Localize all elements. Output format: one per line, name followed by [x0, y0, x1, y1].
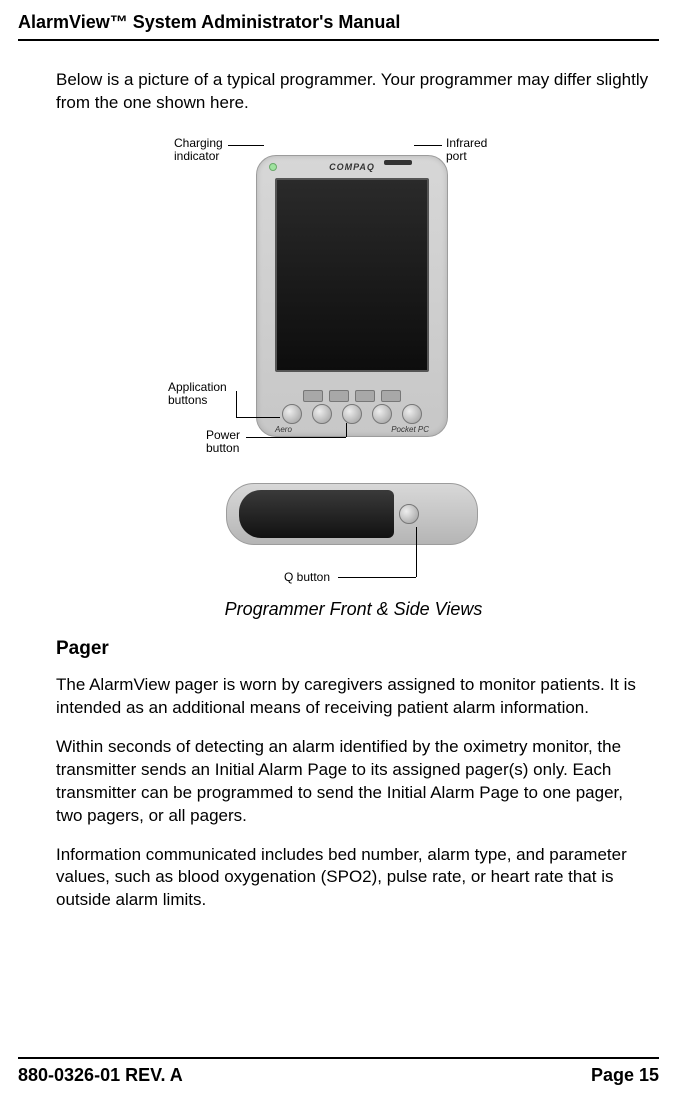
callout-charging: Charging indicator — [174, 137, 223, 163]
q-button-icon — [399, 504, 419, 524]
header-title: AlarmView™ System Administrator's Manual — [18, 12, 659, 33]
small-button-row — [257, 390, 447, 402]
device-brand-label: COMPAQ — [257, 162, 447, 172]
page-content: Below is a picture of a typical programm… — [18, 41, 659, 1057]
small-button-icon — [303, 390, 323, 402]
app-button-icon — [402, 404, 422, 424]
pager-paragraph-3: Information communicated includes bed nu… — [56, 844, 651, 913]
callout-infrared: Infrared port — [446, 137, 487, 163]
app-button-icon — [312, 404, 332, 424]
small-button-icon — [355, 390, 375, 402]
page-footer: 880-0326-01 REV. A Page 15 — [18, 1057, 659, 1096]
app-button-icon — [282, 404, 302, 424]
figure-caption: Programmer Front & Side Views — [56, 599, 651, 620]
small-button-icon — [381, 390, 401, 402]
brand-left-label: Aero — [275, 425, 292, 434]
small-button-icon — [329, 390, 349, 402]
section-heading-pager: Pager — [56, 638, 651, 660]
brand-right-label: Pocket PC — [391, 425, 429, 434]
power-button-icon — [342, 404, 362, 424]
device-front-illustration: COMPAQ Aero Pocket PC — [256, 155, 448, 437]
device-screen — [275, 178, 429, 372]
footer-pagenum: Page 15 — [591, 1065, 659, 1086]
callout-q-button: Q button — [284, 571, 330, 584]
callout-app-buttons: Application buttons — [168, 381, 227, 407]
device-side-illustration — [226, 483, 478, 545]
programmer-figure: COMPAQ Aero Pocket PC — [56, 133, 651, 593]
footer-docnum: 880-0326-01 REV. A — [18, 1065, 183, 1086]
round-button-row — [257, 404, 447, 424]
app-button-icon — [372, 404, 392, 424]
callout-power: Power button — [206, 429, 240, 455]
intro-paragraph: Below is a picture of a typical programm… — [56, 69, 651, 115]
pager-paragraph-1: The AlarmView pager is worn by caregiver… — [56, 674, 651, 720]
pager-paragraph-2: Within seconds of detecting an alarm ide… — [56, 736, 651, 828]
